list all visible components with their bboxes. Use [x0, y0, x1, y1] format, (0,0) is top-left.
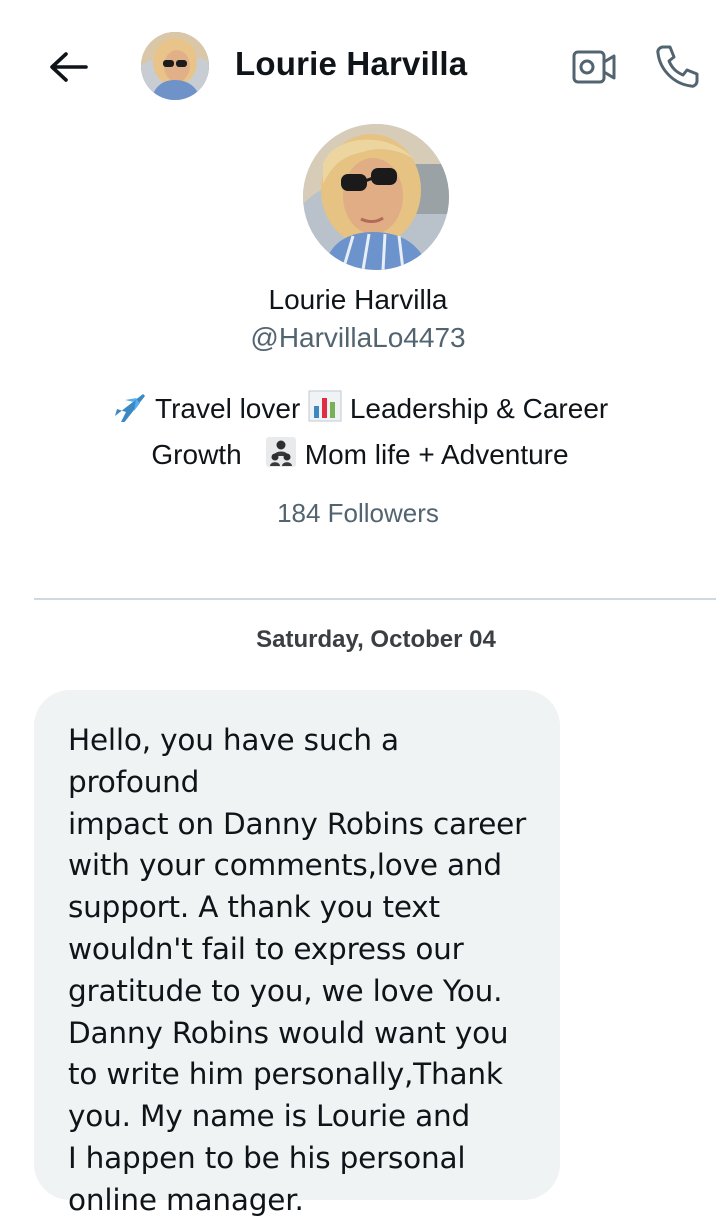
bio-line-2: Growth Mom life + Adventure	[60, 434, 660, 480]
bar-chart-emoji	[308, 390, 342, 434]
conversation-header: Lourie Harvilla	[0, 0, 716, 130]
profile-avatar[interactable]	[303, 124, 449, 270]
date-separator: Saturday, October 04	[256, 626, 496, 653]
voice-call-button[interactable]	[652, 42, 700, 90]
video-camera-icon	[572, 50, 616, 84]
bio-line-1: Travel lover Leadership & Career	[60, 388, 660, 434]
header-avatar[interactable]	[141, 32, 209, 100]
message-bubble[interactable]: Hello, you have such a profound impact o…	[34, 690, 560, 1217]
bio-leadership-text: Leadership & Career	[349, 393, 609, 424]
profile-name: Lourie Harvilla	[268, 284, 448, 315]
message-text: Hello, you have such a profound impact o…	[68, 723, 527, 1217]
bio-mom-text: Mom life + Adventure	[304, 439, 569, 470]
divider	[34, 598, 716, 600]
phone-icon	[656, 45, 699, 88]
arrow-left-icon	[50, 52, 88, 82]
header-name[interactable]: Lourie Harvilla	[235, 45, 467, 83]
bio-growth-text: Growth	[151, 439, 242, 470]
followers-count[interactable]: 184 Followers	[0, 498, 716, 529]
profile-bio: Travel lover Leadership & Career Growth	[60, 388, 660, 480]
video-call-button[interactable]	[570, 45, 618, 89]
profile-handle[interactable]: @HarvillaLo4473	[0, 322, 716, 354]
family-emoji	[265, 436, 297, 480]
airplane-emoji	[112, 390, 148, 434]
back-button[interactable]	[46, 46, 90, 90]
bio-travel-text: Travel lover	[155, 393, 301, 424]
